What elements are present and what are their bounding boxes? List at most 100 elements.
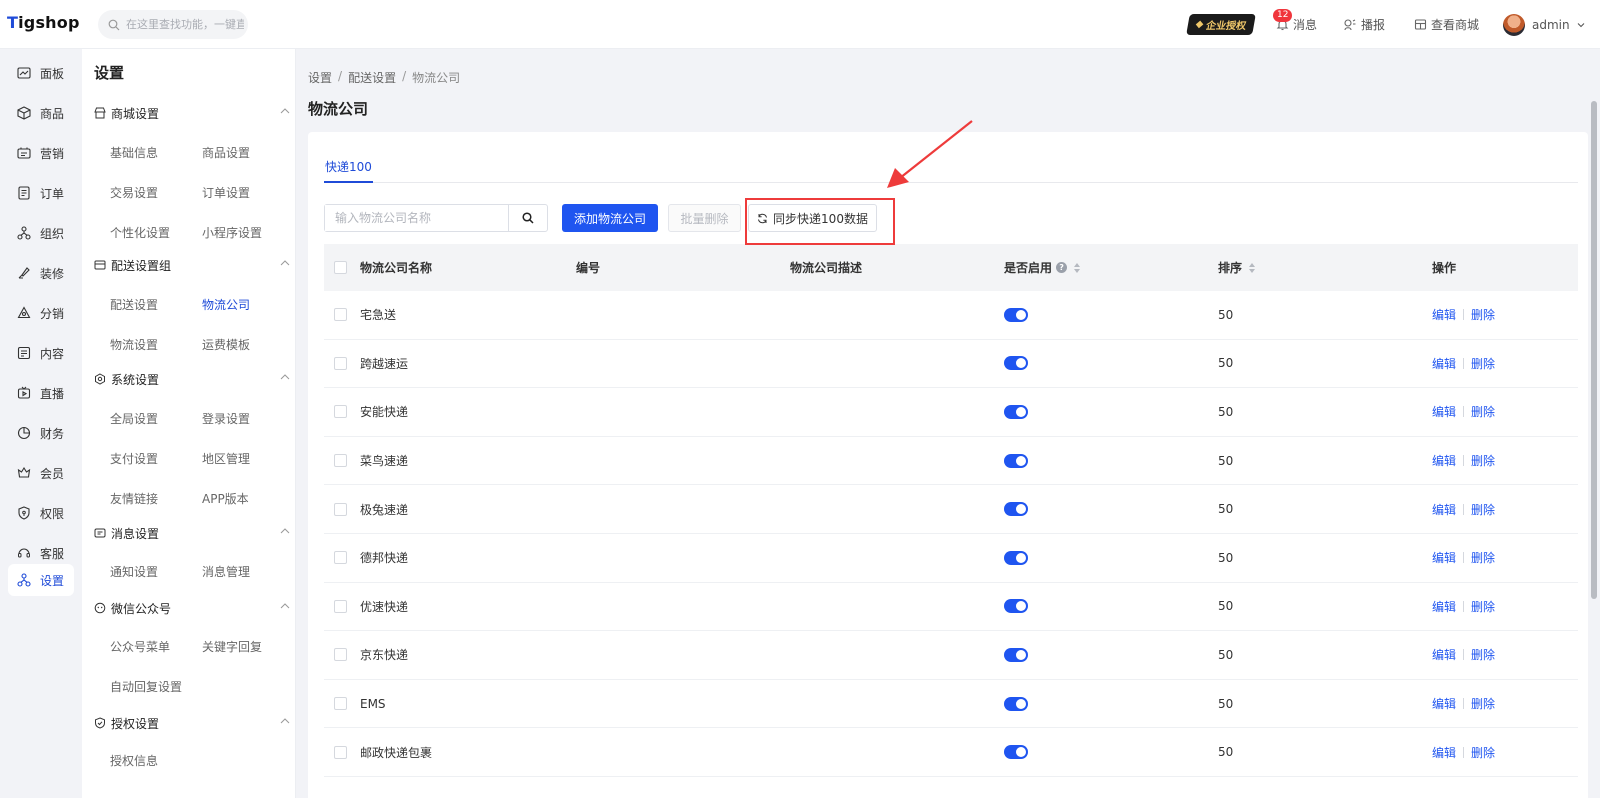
edit-link[interactable]: 编辑 (1432, 355, 1456, 372)
scrollbar[interactable] (1591, 101, 1597, 599)
sort-icon[interactable] (1074, 262, 1081, 273)
edit-link[interactable]: 编辑 (1432, 549, 1456, 566)
nav-item-settings[interactable]: 设置 (8, 564, 74, 596)
select-all-checkbox[interactable] (334, 261, 347, 274)
sublink-global-settings[interactable]: 全局设置 (110, 410, 158, 427)
nav-item-content[interactable]: 内容 (8, 337, 74, 369)
sublink-product-settings[interactable]: 商品设置 (202, 144, 250, 161)
col-enabled[interactable]: 是否启用 ? (1004, 244, 1081, 291)
sublink-notification-settings[interactable]: 通知设置 (110, 563, 158, 580)
sublink-basic-info[interactable]: 基础信息 (110, 144, 158, 161)
delete-link[interactable]: 删除 (1471, 501, 1495, 518)
nav-item-finance[interactable]: 财务 (8, 417, 74, 449)
row-checkbox[interactable] (334, 454, 347, 468)
delete-link[interactable]: 删除 (1471, 744, 1495, 761)
sublink-shipping-settings[interactable]: 配送设置 (110, 296, 158, 313)
messages-button[interactable]: 消息 (1276, 0, 1317, 49)
sublink-friendly-links[interactable]: 友情链接 (110, 490, 158, 507)
edit-link[interactable]: 编辑 (1432, 744, 1456, 761)
sublink-personalization[interactable]: 个性化设置 (110, 224, 170, 241)
sublink-freight-templates[interactable]: 运费模板 (202, 336, 250, 353)
group-shipping-settings[interactable]: 配送设置组 (94, 255, 290, 275)
enabled-toggle[interactable] (1004, 647, 1028, 662)
group-system-settings[interactable]: 系统设置 (94, 369, 290, 389)
delete-link[interactable]: 删除 (1471, 549, 1495, 566)
sublink-logistics-settings[interactable]: 物流设置 (110, 336, 158, 353)
breadcrumb-item[interactable]: 设置 (308, 69, 332, 86)
nav-item-distribution[interactable]: 分销 (8, 297, 74, 329)
broadcast-button[interactable]: 播报 (1343, 0, 1385, 49)
nav-item-products[interactable]: 商品 (8, 97, 74, 129)
sublink-wechat-menu[interactable]: 公众号菜单 (110, 638, 170, 655)
enabled-toggle[interactable] (1004, 356, 1028, 371)
user-menu[interactable]: admin (1503, 0, 1585, 49)
delete-link[interactable]: 删除 (1471, 452, 1495, 469)
edit-link[interactable]: 编辑 (1432, 306, 1456, 323)
sublink-logistics-companies[interactable]: 物流公司 (202, 296, 250, 313)
enabled-toggle[interactable] (1004, 696, 1028, 711)
delete-link[interactable]: 删除 (1471, 355, 1495, 372)
row-checkbox[interactable] (334, 502, 347, 516)
group-wechat[interactable]: 微信公众号 (94, 598, 290, 618)
company-search-input[interactable] (325, 205, 508, 231)
row-checkbox[interactable] (334, 356, 347, 370)
sort-icon[interactable] (1249, 262, 1256, 273)
enabled-toggle[interactable] (1004, 404, 1028, 419)
row-checkbox[interactable] (334, 745, 347, 759)
enabled-toggle[interactable] (1004, 502, 1028, 517)
delete-link[interactable]: 删除 (1471, 646, 1495, 663)
edit-link[interactable]: 编辑 (1432, 452, 1456, 469)
col-sort[interactable]: 排序 (1218, 244, 1256, 291)
enabled-toggle[interactable] (1004, 550, 1028, 565)
edit-link[interactable]: 编辑 (1432, 695, 1456, 712)
sublink-auto-reply[interactable]: 自动回复设置 (110, 678, 182, 695)
sublink-trade-settings[interactable]: 交易设置 (110, 184, 158, 201)
row-checkbox[interactable] (334, 405, 347, 419)
sublink-login-settings[interactable]: 登录设置 (202, 410, 250, 427)
nav-item-marketing[interactable]: 营销 (8, 137, 74, 169)
delete-link[interactable]: 删除 (1471, 598, 1495, 615)
view-store-button[interactable]: 查看商城 (1414, 0, 1479, 49)
row-checkbox[interactable] (334, 648, 347, 662)
enabled-toggle[interactable] (1004, 599, 1028, 614)
tab-kuaidi100[interactable]: 快递100 (324, 158, 373, 183)
row-checkbox[interactable] (334, 551, 347, 565)
brand-logo[interactable]: Tigshop (7, 13, 80, 32)
nav-item-dashboard[interactable]: 面板 (8, 57, 74, 89)
sublink-keyword-reply[interactable]: 关键字回复 (202, 638, 262, 655)
sublink-payment-settings[interactable]: 支付设置 (110, 450, 158, 467)
nav-item-orders[interactable]: 订单 (8, 177, 74, 209)
edit-link[interactable]: 编辑 (1432, 501, 1456, 518)
help-icon[interactable]: ? (1056, 262, 1068, 273)
group-message-settings[interactable]: 消息设置 (94, 523, 290, 543)
sublink-app-version[interactable]: APP版本 (202, 490, 249, 507)
row-checkbox[interactable] (334, 599, 347, 613)
sublink-order-settings[interactable]: 订单设置 (202, 184, 250, 201)
sublink-license-info[interactable]: 授权信息 (110, 752, 158, 769)
add-company-button[interactable]: 添加物流公司 (562, 204, 658, 232)
nav-item-organization[interactable]: 组织 (8, 217, 74, 249)
enabled-toggle[interactable] (1004, 307, 1028, 322)
sublink-message-management[interactable]: 消息管理 (202, 563, 250, 580)
edit-link[interactable]: 编辑 (1432, 403, 1456, 420)
nav-item-live[interactable]: 直播 (8, 377, 74, 409)
delete-link[interactable]: 删除 (1471, 695, 1495, 712)
delete-link[interactable]: 删除 (1471, 403, 1495, 420)
delete-link[interactable]: 删除 (1471, 306, 1495, 323)
group-license-settings[interactable]: 授权设置 (94, 713, 290, 733)
breadcrumb-item[interactable]: 配送设置 (348, 69, 396, 86)
sublink-miniprogram[interactable]: 小程序设置 (202, 224, 262, 241)
enabled-toggle[interactable] (1004, 453, 1028, 468)
row-checkbox[interactable] (334, 308, 347, 322)
global-search[interactable] (98, 10, 248, 39)
row-checkbox[interactable] (334, 697, 347, 711)
nav-item-permissions[interactable]: 权限 (8, 497, 74, 529)
nav-item-decorate[interactable]: 装修 (8, 257, 74, 289)
batch-delete-button[interactable]: 批量删除 (668, 204, 741, 232)
enabled-toggle[interactable] (1004, 745, 1028, 760)
global-search-input[interactable] (126, 18, 244, 31)
group-store-settings[interactable]: 商城设置 (94, 103, 290, 123)
search-button[interactable] (508, 205, 547, 231)
sublink-region-management[interactable]: 地区管理 (202, 450, 250, 467)
edit-link[interactable]: 编辑 (1432, 646, 1456, 663)
